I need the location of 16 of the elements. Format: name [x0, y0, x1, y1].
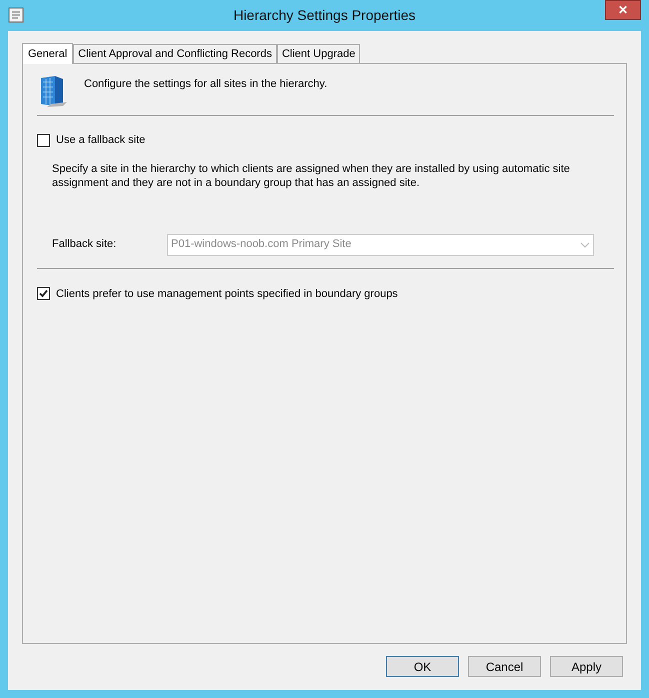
description-text: Specify a site in the hierarchy to which clients are assigned when they are installed by using automatic site assignment and they are not in a boundary group that has an assigned site. [52, 162, 571, 190]
window-title: Hierarchy Settings Properties [233, 6, 416, 25]
document-icon [8, 7, 24, 23]
tab[interactable]: Client Approval and Conflicting Records [73, 44, 277, 63]
checkbox-label: Clients prefer to use management points specified in boundary groups [56, 286, 398, 302]
chevron-down-icon [580, 242, 590, 248]
checkbox[interactable] [37, 287, 50, 300]
dialog-button[interactable]: Cancel [468, 656, 541, 677]
close-button[interactable]: ✕ [605, 0, 641, 20]
tab[interactable]: General [22, 43, 74, 64]
header-text: Configure the settings for all sites in the hierarchy. [84, 77, 328, 92]
field-label: Fallback site: [52, 237, 118, 252]
dialog-button[interactable]: OK [386, 656, 459, 677]
dialog-button[interactable]: Apply [550, 656, 623, 677]
checkbox-label: Use a fallback site [56, 133, 146, 148]
tab[interactable]: Client Upgrade [276, 44, 360, 63]
